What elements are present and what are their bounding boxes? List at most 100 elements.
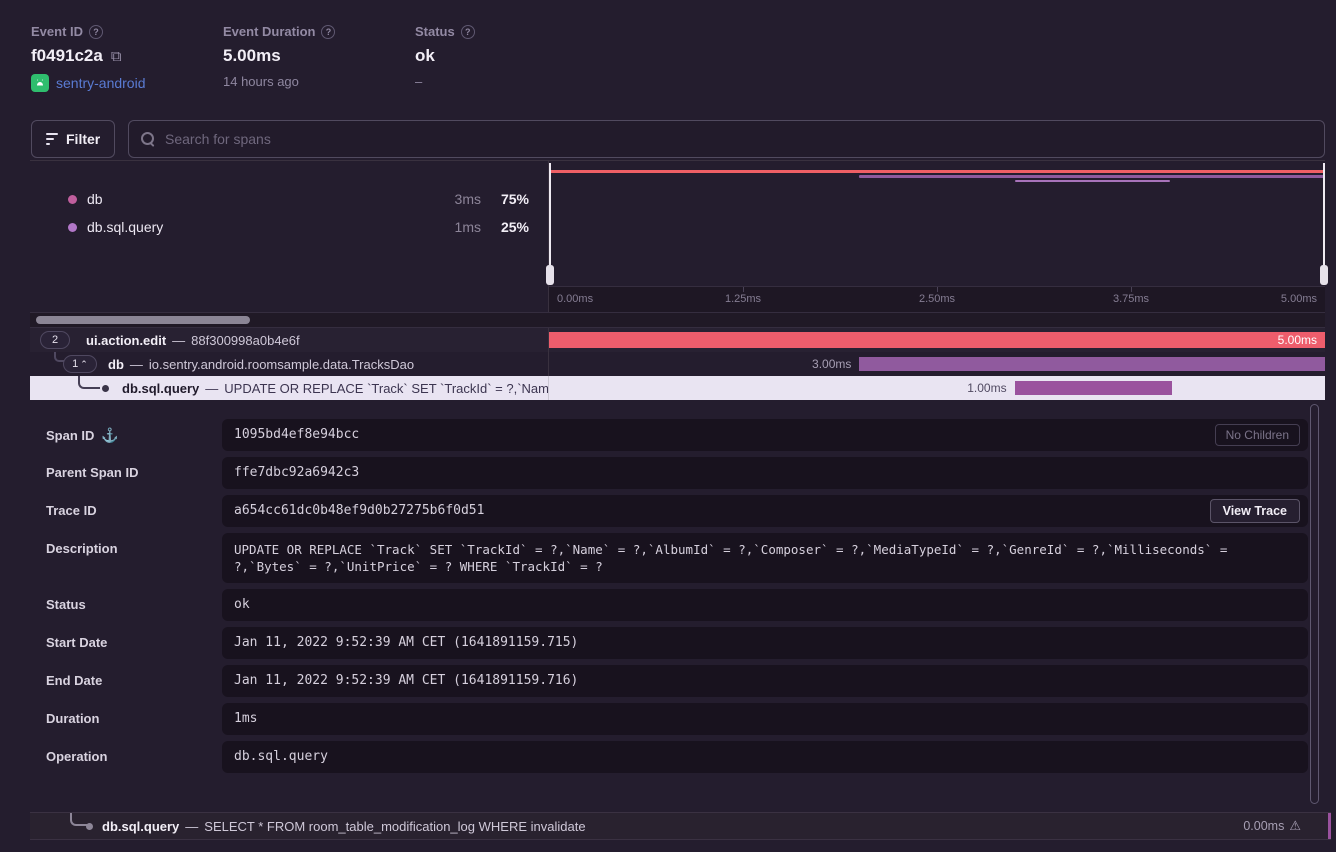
minimap-handle-left[interactable] xyxy=(549,163,551,283)
detail-row-parent-span-id: Parent Span ID ffe7dbc92a6942c3 xyxy=(30,457,1331,489)
anchor-icon[interactable]: ⚓ xyxy=(101,427,118,444)
end-date-value: Jan 11, 2022 9:52:39 AM CET (1641891159.… xyxy=(222,665,1308,697)
field-label: Parent Span ID xyxy=(46,465,138,480)
search-input[interactable] xyxy=(165,131,1312,147)
help-icon[interactable]: ? xyxy=(89,25,103,39)
span-op: db xyxy=(108,357,124,372)
span-description: UPDATE OR REPLACE `Track` SET `TrackId` … xyxy=(224,381,549,396)
span-duration-label: 5.00ms xyxy=(1278,328,1317,352)
minimap-handle-right[interactable] xyxy=(1323,163,1325,283)
android-icon xyxy=(31,74,49,92)
span-row-ui-action-edit[interactable]: 2 ui.action.edit — 88f300998a0b4e6f 5.00… xyxy=(30,328,1325,352)
scrollbar-thumb[interactable] xyxy=(36,316,250,324)
status-label: Status xyxy=(415,24,455,39)
span-op: db.sql.query xyxy=(102,819,179,834)
span-duration-bar xyxy=(1015,381,1173,395)
status-value: ok xyxy=(222,589,1308,621)
op-color-dot xyxy=(68,223,77,232)
axis-tick-label: 1.25ms xyxy=(725,293,761,305)
chevron-up-icon: ⌃ xyxy=(80,359,88,370)
project-link[interactable]: sentry-android xyxy=(56,75,146,91)
children-count: 2 xyxy=(52,334,58,346)
event-id-value: f0491c2a xyxy=(31,46,103,66)
op-breakdown-panel: db 3ms 75% db.sql.query 1ms 25% xyxy=(30,161,549,312)
detail-row-end-date: End Date Jan 11, 2022 9:52:39 AM CET (16… xyxy=(30,665,1331,697)
event-duration-column: Event Duration ? 5.00ms 14 hours ago xyxy=(223,24,335,89)
minimap-span-line xyxy=(1015,180,1170,183)
event-duration-label: Event Duration xyxy=(223,24,315,39)
leaf-dot-icon xyxy=(86,823,93,830)
legend-item-db[interactable]: db 3ms 75% xyxy=(30,187,549,211)
detail-row-description: Description UPDATE OR REPLACE `Track` SE… xyxy=(30,533,1331,583)
drag-handle-icon[interactable] xyxy=(546,265,554,285)
detail-row-status: Status ok xyxy=(30,589,1331,621)
search-bar xyxy=(128,120,1325,158)
no-children-badge: No Children xyxy=(1215,424,1300,446)
children-count: 1 xyxy=(72,358,78,370)
span-row-db[interactable]: 1 ⌃ db — io.sentry.android.roomsample.da… xyxy=(30,352,1325,376)
op-name: db xyxy=(87,191,429,207)
op-duration: 1ms xyxy=(429,219,481,235)
span-op: db.sql.query xyxy=(122,381,199,396)
field-label: Status xyxy=(46,597,86,612)
trace-id-value: a654cc61dc0b48ef9d0b27275b6f0d51 xyxy=(222,495,1308,527)
separator: — xyxy=(185,819,198,834)
filter-button-label: Filter xyxy=(66,131,100,147)
span-description: SELECT * FROM room_table_modification_lo… xyxy=(204,819,585,834)
search-icon xyxy=(141,132,155,146)
status-value: ok xyxy=(415,46,435,66)
axis-tick-label: 5.00ms xyxy=(1281,293,1317,305)
drag-handle-icon[interactable] xyxy=(1320,265,1328,285)
span-row-db-sql-query-selected[interactable]: db.sql.query — UPDATE OR REPLACE `Track`… xyxy=(30,376,1325,400)
span-detail-page: Event ID ? f0491c2a ⧉ sentry-android Eve… xyxy=(0,0,1336,852)
children-count-pill[interactable]: 1 ⌃ xyxy=(63,355,97,373)
span-duration-label: 0.00ms xyxy=(1243,819,1284,833)
detail-row-operation: Operation db.sql.query xyxy=(30,741,1331,773)
span-duration-bar xyxy=(859,357,1325,371)
field-label: Description xyxy=(46,541,118,556)
span-row-select-query[interactable]: db.sql.query — SELECT * FROM room_table_… xyxy=(30,812,1331,840)
op-name: db.sql.query xyxy=(87,219,429,235)
trace-minimap[interactable] xyxy=(549,161,1325,286)
span-duration-bar xyxy=(549,332,1325,348)
field-label: Operation xyxy=(46,749,107,764)
vertical-scrollbar[interactable] xyxy=(1310,404,1319,804)
parent-span-id-value: ffe7dbc92a6942c3 xyxy=(222,457,1308,489)
minimap-span-line xyxy=(859,175,1325,178)
warning-icon: ⚠ xyxy=(1289,818,1301,834)
status-column: Status ? ok – xyxy=(415,24,475,89)
horizontal-scrollbar[interactable] xyxy=(30,312,1325,328)
minimap-span-line xyxy=(549,170,1325,173)
detail-row-start-date: Start Date Jan 11, 2022 9:52:39 AM CET (… xyxy=(30,627,1331,659)
field-label: Duration xyxy=(46,711,99,726)
event-id-column: Event ID ? f0491c2a ⧉ sentry-android xyxy=(31,24,146,92)
spans-widget: db 3ms 75% db.sql.query 1ms 25% xyxy=(30,160,1325,400)
view-trace-button[interactable]: View Trace xyxy=(1210,499,1300,523)
op-percent: 75% xyxy=(481,191,529,207)
op-color-dot xyxy=(68,195,77,204)
filter-icon xyxy=(46,133,58,145)
help-icon[interactable]: ? xyxy=(321,25,335,39)
axis-tick-label: 3.75ms xyxy=(1113,293,1149,305)
legend-item-db-sql-query[interactable]: db.sql.query 1ms 25% xyxy=(30,215,549,239)
event-duration-ago: 14 hours ago xyxy=(223,74,299,89)
leaf-dot-icon xyxy=(102,385,109,392)
field-label: Span ID xyxy=(46,428,94,443)
event-id-label: Event ID xyxy=(31,24,83,39)
operation-value: db.sql.query xyxy=(222,741,1308,773)
separator: — xyxy=(172,333,185,348)
duration-value: 1ms xyxy=(222,703,1308,735)
axis-tick-label: 2.50ms xyxy=(919,293,955,305)
children-count-pill[interactable]: 2 xyxy=(40,331,70,349)
help-icon[interactable]: ? xyxy=(461,25,475,39)
status-sub: – xyxy=(415,74,422,89)
span-description: 88f300998a0b4e6f xyxy=(191,333,299,348)
copy-icon[interactable]: ⧉ xyxy=(111,48,122,65)
separator: — xyxy=(205,381,218,396)
op-percent: 25% xyxy=(481,219,529,235)
span-id-value: 1095bd4ef8e94bcc xyxy=(222,419,1308,451)
filter-button[interactable]: Filter xyxy=(31,120,115,158)
field-label: Start Date xyxy=(46,635,107,650)
field-label: Trace ID xyxy=(46,503,97,518)
span-op: ui.action.edit xyxy=(86,333,166,348)
